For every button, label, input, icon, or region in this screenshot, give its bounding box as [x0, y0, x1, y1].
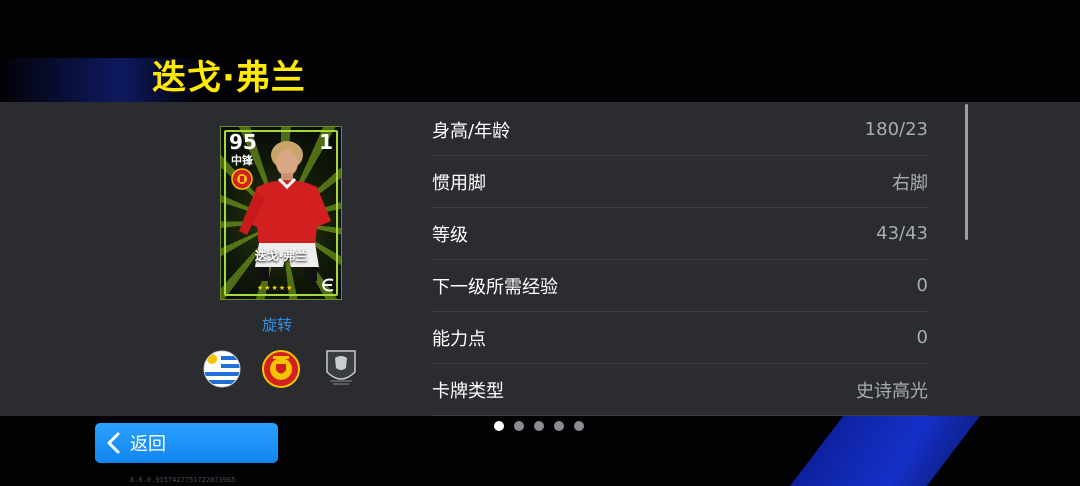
player-stats-list: 身高/年龄 180/23 惯用脚 右脚 等级 43/43 下一级所需经验 0 能… [432, 104, 928, 416]
back-button-label: 返回 [130, 434, 166, 455]
stat-label: 能力点 [432, 328, 486, 350]
stat-value: 史诗高光 [856, 380, 928, 402]
back-button[interactable]: 返回 [95, 423, 278, 463]
card-number: 1 [319, 130, 333, 154]
stat-value: 180/23 [864, 119, 928, 140]
chevron-left-icon [107, 432, 120, 454]
stat-value: 右脚 [892, 172, 928, 194]
stat-label: 等级 [432, 224, 468, 246]
stat-label: 下一级所需经验 [432, 276, 558, 298]
stat-value: 0 [916, 327, 928, 348]
stat-row-level: 等级 43/43 [432, 208, 928, 260]
stat-row-height-age: 身高/年龄 180/23 [432, 104, 928, 156]
card-position: 中锋 [231, 154, 253, 167]
stat-row-preferred-foot: 惯用脚 右脚 [432, 156, 928, 208]
card-stars: ★★★★★ [257, 284, 294, 292]
player-card[interactable]: 95 中锋 1 迭戈·弗兰 ★★★★★ [220, 126, 342, 300]
stat-label: 卡牌类型 [432, 380, 504, 402]
uruguay-flag-icon[interactable] [203, 350, 241, 388]
stat-label: 惯用脚 [432, 172, 486, 194]
rotate-card-link[interactable]: 旋转 [262, 314, 292, 335]
stat-row-card-type: 卡牌类型 史诗高光 [432, 364, 928, 416]
manchester-united-badge-icon[interactable] [262, 350, 300, 388]
card-rating: 95 [229, 130, 257, 154]
stat-value: 43/43 [876, 223, 928, 244]
page-dot[interactable] [554, 421, 564, 431]
version-text: 8.6.0.9157427751722073965 [130, 476, 236, 484]
stat-label: 身高/年龄 [432, 120, 511, 142]
page-dot[interactable] [514, 421, 524, 431]
efootball-logo-icon [321, 278, 334, 292]
page-dot[interactable] [494, 421, 504, 431]
page-title: 迭戈·弗兰 [152, 58, 306, 98]
card-player-name: 迭戈·弗兰 [254, 249, 308, 263]
english-league-icon[interactable] [324, 348, 358, 388]
page-dot[interactable] [534, 421, 544, 431]
stat-value: 0 [916, 275, 928, 296]
club-badge-icon [231, 168, 253, 190]
stats-scrollbar[interactable] [965, 104, 968, 240]
background-stripe-right [790, 416, 980, 486]
page-indicator [494, 421, 584, 431]
stat-row-next-level-exp: 下一级所需经验 0 [432, 260, 928, 312]
page-dot[interactable] [574, 421, 584, 431]
stat-row-ability-points: 能力点 0 [432, 312, 928, 364]
